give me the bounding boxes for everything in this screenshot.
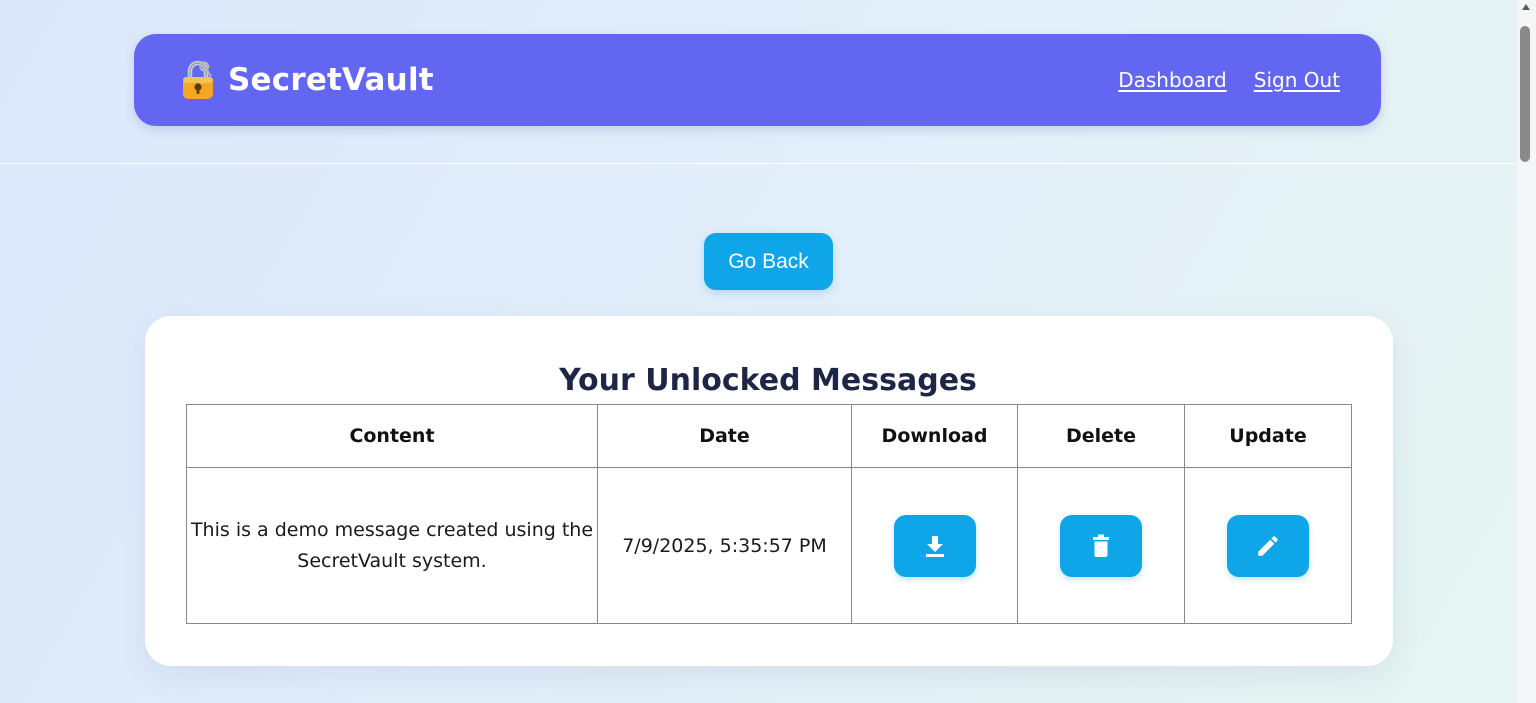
nav-links: Dashboard Sign Out bbox=[1118, 34, 1340, 126]
nav-link-sign-out[interactable]: Sign Out bbox=[1254, 68, 1340, 92]
pencil-icon bbox=[1258, 535, 1278, 556]
column-header-delete: Delete bbox=[1017, 404, 1185, 468]
download-button[interactable] bbox=[893, 514, 976, 577]
brand[interactable]: SecretVault bbox=[180, 34, 434, 126]
table-header-row: Content Date Download Delete Update bbox=[186, 404, 1352, 468]
update-button[interactable] bbox=[1227, 514, 1309, 577]
messages-title: Your Unlocked Messages bbox=[559, 363, 977, 398]
delete-button[interactable] bbox=[1060, 514, 1142, 577]
navbar: SecretVault Dashboard Sign Out bbox=[134, 34, 1381, 126]
brand-name: SecretVault bbox=[228, 62, 434, 98]
download-icon bbox=[925, 535, 944, 557]
scroll-thumb[interactable] bbox=[1520, 26, 1530, 162]
column-header-content: Content bbox=[186, 404, 598, 468]
column-header-download: Download bbox=[851, 404, 1018, 468]
table-row: This is a demo message created using the… bbox=[186, 467, 1352, 624]
column-header-date: Date bbox=[597, 404, 852, 468]
go-back-button[interactable]: Go Back bbox=[704, 233, 833, 290]
nav-link-dashboard[interactable]: Dashboard bbox=[1118, 68, 1227, 92]
lock-icon bbox=[183, 60, 213, 99]
delete-cell bbox=[1017, 467, 1185, 624]
message-content: This is a demo message created using the… bbox=[186, 467, 598, 624]
column-header-update: Update bbox=[1184, 404, 1352, 468]
message-date: 7/9/2025, 5:35:57 PM bbox=[597, 467, 852, 624]
messages-table: Content Date Download Delete Update This… bbox=[186, 404, 1352, 624]
update-cell bbox=[1184, 467, 1352, 624]
vertical-scrollbar[interactable] bbox=[1517, 0, 1536, 703]
trash-icon bbox=[1093, 534, 1109, 557]
scroll-up-arrow-icon[interactable] bbox=[1522, 4, 1530, 10]
download-cell bbox=[851, 467, 1018, 624]
